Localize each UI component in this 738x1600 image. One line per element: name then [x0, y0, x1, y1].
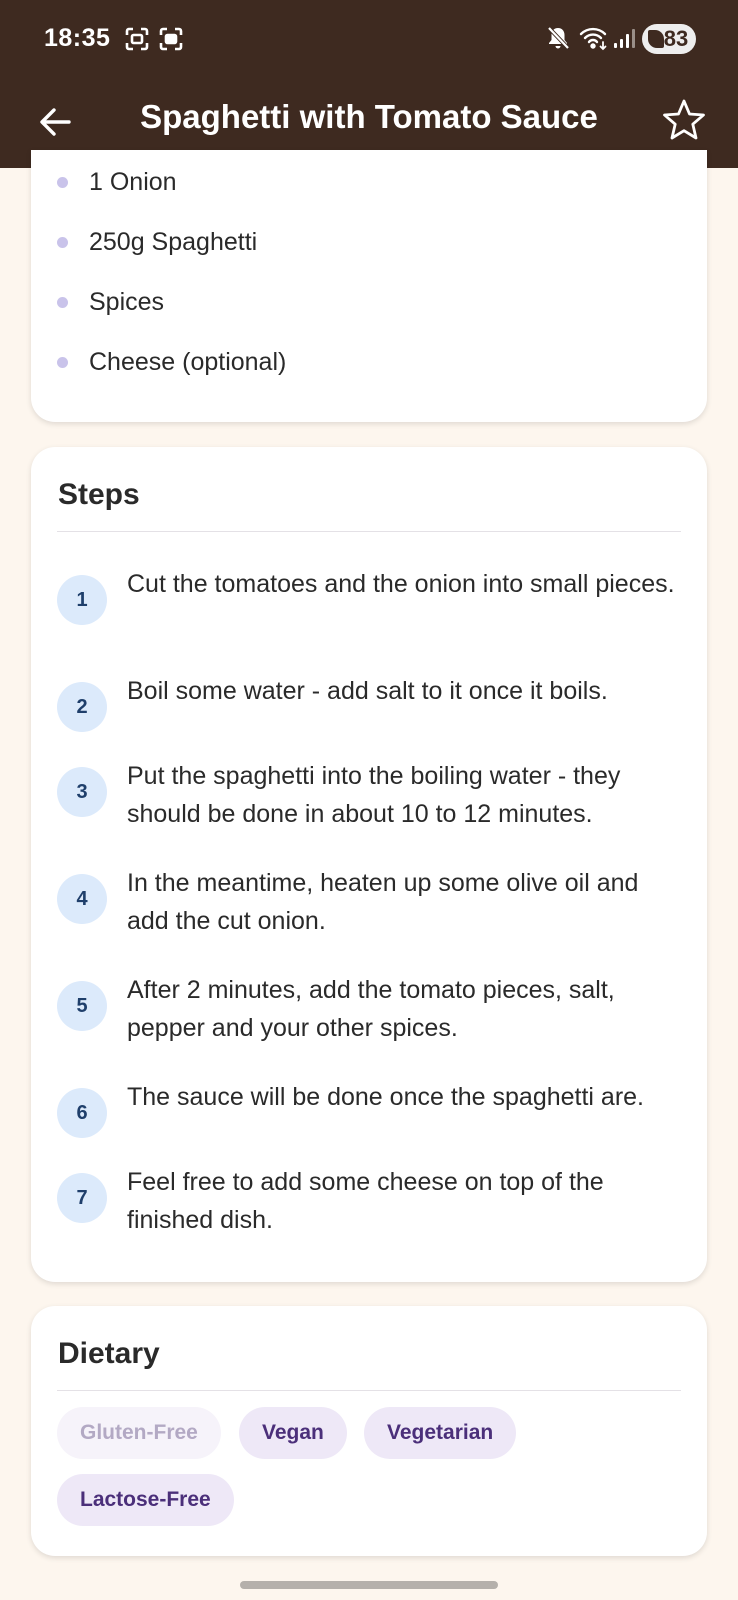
- tag-vegan[interactable]: Vegan: [239, 1407, 347, 1459]
- wifi-icon: [578, 24, 608, 57]
- battery-level: 83: [663, 26, 689, 51]
- step-number-badge: 1: [57, 575, 107, 625]
- step-number-badge: 3: [57, 767, 107, 817]
- bullet: [57, 356, 68, 368]
- bullet: [57, 176, 68, 188]
- divider: [57, 531, 681, 532]
- favorite-button[interactable]: [658, 94, 710, 146]
- step-text: Cut the tomatoes and the onion into smal…: [127, 570, 675, 598]
- status-bar: 18:35 83: [0, 0, 738, 80]
- list-item: 1 Onion: [57, 162, 177, 202]
- bullet: [57, 296, 68, 308]
- tag-vegetarian[interactable]: Vegetarian: [364, 1407, 517, 1459]
- ingredients-card: 1 Onion 250g Spaghetti Spices Cheese (op…: [31, 150, 707, 422]
- step-number-badge: 6: [57, 1088, 107, 1138]
- battery-indicator: 83: [642, 24, 696, 54]
- battery-saver-icon: [648, 30, 664, 48]
- step-number-badge: 7: [57, 1173, 107, 1223]
- step-text: After 2 minutes, add the tomato pieces, …: [127, 976, 615, 1042]
- step-number-badge: 2: [57, 682, 107, 732]
- bullet: [57, 236, 68, 248]
- list-item: Spices: [57, 282, 164, 322]
- step-text: In the meantime, heaten up some olive oi…: [127, 869, 639, 935]
- ingredient-text: Spices: [89, 287, 165, 316]
- list-item: Cheese (optional): [57, 342, 286, 382]
- ingredient-text: 1 Onion: [89, 167, 177, 196]
- step-number-badge: 4: [57, 874, 107, 924]
- step-text: Put the spaghetti into the boiling water…: [127, 762, 621, 828]
- steps-card: Steps 1 Cut the tomatoes and the onion i…: [31, 447, 707, 1282]
- star-outline-icon: [663, 99, 705, 140]
- status-time: 18:35: [44, 24, 111, 52]
- steps-title: Steps: [58, 478, 140, 511]
- step-number-badge: 5: [57, 981, 107, 1031]
- step-text: Boil some water - add salt to it once it…: [127, 677, 608, 705]
- screen-record-icon: [158, 26, 184, 57]
- screenshot-icon: [124, 26, 150, 57]
- dietary-card: Dietary Gluten-Free Vegan Vegetarian Lac…: [31, 1306, 707, 1556]
- tag-lactose-free[interactable]: Lactose-Free: [57, 1474, 234, 1526]
- ingredient-text: 250g Spaghetti: [89, 227, 258, 256]
- home-indicator[interactable]: [240, 1581, 498, 1589]
- signal-icon: [612, 26, 638, 55]
- tag-gluten-free[interactable]: Gluten-Free: [57, 1407, 221, 1459]
- step-text: Feel free to add some cheese on top of t…: [127, 1168, 604, 1234]
- divider: [57, 1390, 681, 1391]
- page-title: Spaghetti with Tomato Sauce: [140, 98, 598, 135]
- step-text: The sauce will be done once the spaghett…: [127, 1083, 645, 1111]
- mute-icon: [544, 24, 572, 57]
- list-item: 250g Spaghetti: [57, 222, 257, 262]
- dietary-title: Dietary: [58, 1337, 160, 1370]
- ingredient-text: Cheese (optional): [89, 347, 287, 376]
